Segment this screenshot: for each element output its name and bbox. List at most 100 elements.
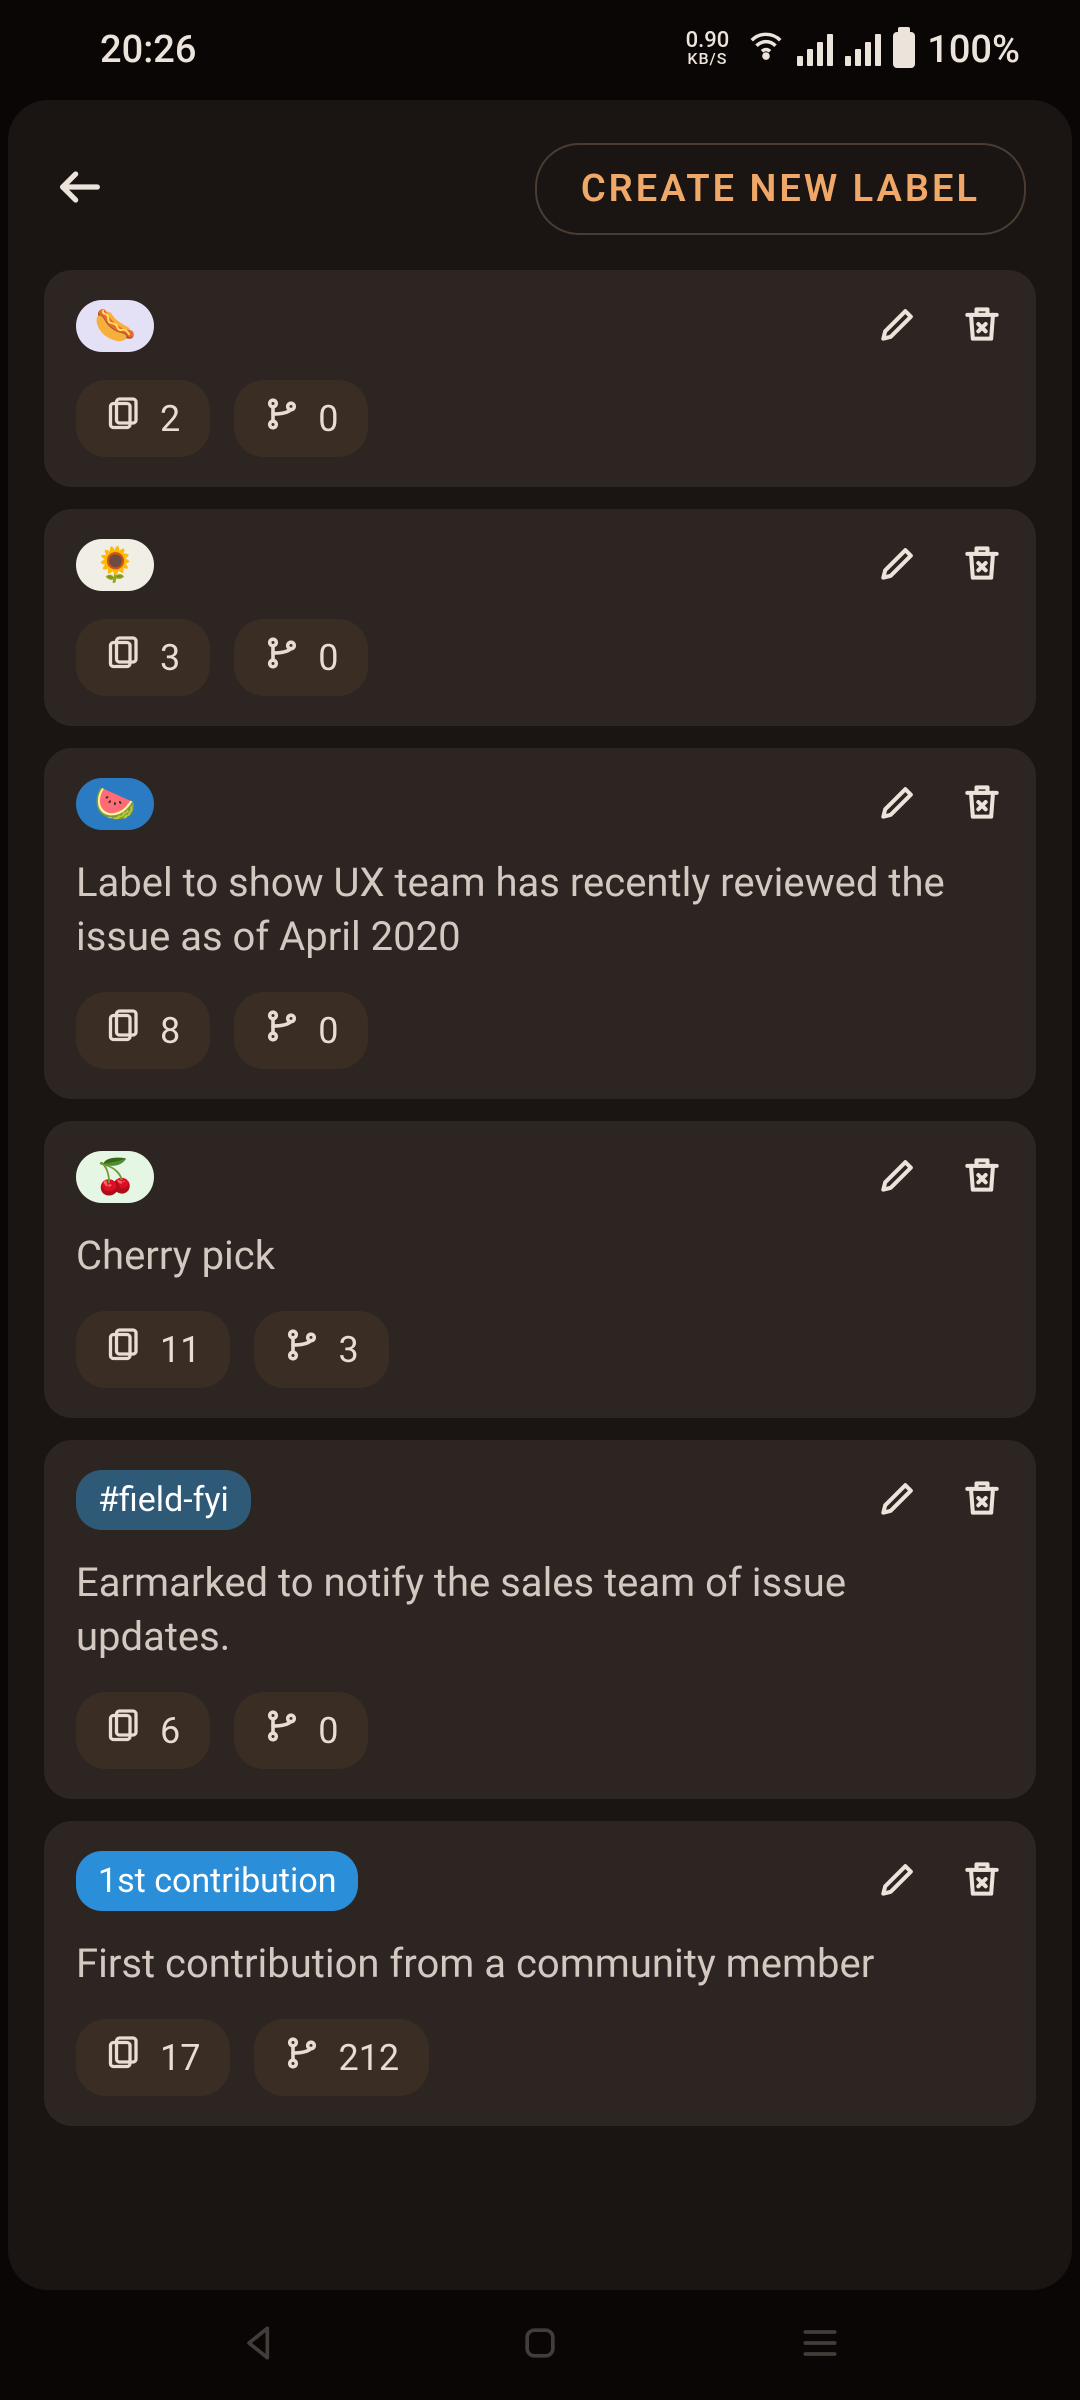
issues-icon: [106, 396, 142, 441]
label-card[interactable]: 🍒 Cherry pick 11 3: [44, 1121, 1036, 1418]
issues-count-pill[interactable]: 11: [76, 1311, 230, 1388]
card-top-row: 🌻: [76, 539, 1004, 591]
merge-count-pill[interactable]: 0: [234, 619, 368, 696]
status-bar: 20:26 0.90 KB/S 100%: [0, 0, 1080, 100]
merge-count-pill[interactable]: 3: [254, 1311, 388, 1388]
label-counts: 17 212: [76, 2019, 1004, 2096]
battery-percent: 100%: [927, 28, 1020, 72]
battery-icon: [893, 32, 915, 68]
main-panel: CREATE NEW LABEL 🌭 2 0 🌻: [8, 100, 1072, 2290]
merge-count: 0: [318, 1710, 338, 1752]
merge-icon: [284, 1327, 320, 1372]
merge-icon: [264, 396, 300, 441]
issues-icon: [106, 1708, 142, 1753]
label-list: 🌭 2 0 🌻: [8, 270, 1072, 2126]
card-top-row: 🍒: [76, 1151, 1004, 1203]
issues-count-pill[interactable]: 3: [76, 619, 210, 696]
label-card[interactable]: 🍉 Label to show UX team has recently rev…: [44, 748, 1036, 1099]
issues-count: 11: [160, 1329, 200, 1371]
label-counts: 2 0: [76, 380, 1004, 457]
card-actions: [876, 1476, 1004, 1524]
card-top-row: #field-fyi: [76, 1470, 1004, 1530]
label-tag: 🌭: [76, 300, 154, 352]
card-actions: [876, 302, 1004, 350]
wifi-icon: [747, 26, 785, 74]
card-actions: [876, 780, 1004, 828]
label-card[interactable]: 1st contribution First contribution from…: [44, 1821, 1036, 2126]
merge-icon: [264, 1708, 300, 1753]
delete-icon[interactable]: [960, 541, 1004, 589]
card-actions: [876, 1153, 1004, 1201]
network-speed-icon: 0.90 KB/S: [686, 32, 730, 68]
delete-icon[interactable]: [960, 1153, 1004, 1201]
merge-count-pill[interactable]: 212: [254, 2019, 429, 2096]
card-top-row: 🍉: [76, 778, 1004, 830]
label-tag: 🍒: [76, 1151, 154, 1203]
label-card[interactable]: 🌻 3 0: [44, 509, 1036, 726]
issues-icon: [106, 635, 142, 680]
edit-icon[interactable]: [876, 1857, 920, 1905]
issues-count: 8: [160, 1010, 180, 1052]
merge-count: 212: [338, 2037, 399, 2079]
issues-count: 3: [160, 637, 180, 679]
label-tag: 1st contribution: [76, 1851, 358, 1911]
issues-count: 6: [160, 1710, 180, 1752]
label-description: Label to show UX team has recently revie…: [76, 856, 1004, 964]
nav-recent-icon[interactable]: [798, 2321, 842, 2369]
signal-icon: [797, 34, 833, 66]
card-top-row: 🌭: [76, 300, 1004, 352]
label-tag: 🍉: [76, 778, 154, 830]
edit-icon[interactable]: [876, 541, 920, 589]
card-top-row: 1st contribution: [76, 1851, 1004, 1911]
card-actions: [876, 541, 1004, 589]
label-counts: 11 3: [76, 1311, 1004, 1388]
system-nav-bar: [0, 2290, 1080, 2400]
issues-count-pill[interactable]: 17: [76, 2019, 230, 2096]
nav-back-icon[interactable]: [238, 2321, 282, 2369]
label-counts: 3 0: [76, 619, 1004, 696]
card-actions: [876, 1857, 1004, 1905]
delete-icon[interactable]: [960, 302, 1004, 350]
merge-count-pill[interactable]: 0: [234, 992, 368, 1069]
label-card[interactable]: #field-fyi Earmarked to notify the sales…: [44, 1440, 1036, 1799]
label-card[interactable]: 🌭 2 0: [44, 270, 1036, 487]
delete-icon[interactable]: [960, 780, 1004, 828]
merge-count: 3: [338, 1329, 358, 1371]
issues-count-pill[interactable]: 2: [76, 380, 210, 457]
signal-icon-2: [845, 34, 881, 66]
edit-icon[interactable]: [876, 1153, 920, 1201]
issues-count-pill[interactable]: 8: [76, 992, 210, 1069]
label-description: First contribution from a community memb…: [76, 1937, 1004, 1991]
issues-count: 17: [160, 2037, 200, 2079]
header: CREATE NEW LABEL: [8, 120, 1072, 270]
merge-icon: [264, 1008, 300, 1053]
edit-icon[interactable]: [876, 780, 920, 828]
label-tag: #field-fyi: [76, 1470, 251, 1530]
edit-icon[interactable]: [876, 1476, 920, 1524]
status-time: 20:26: [100, 28, 196, 72]
issues-icon: [106, 2035, 142, 2080]
issues-count-pill[interactable]: 6: [76, 1692, 210, 1769]
status-right: 0.90 KB/S 100%: [686, 26, 1020, 74]
create-new-label-button[interactable]: CREATE NEW LABEL: [535, 143, 1026, 235]
merge-count: 0: [318, 398, 338, 440]
merge-icon: [264, 635, 300, 680]
delete-icon[interactable]: [960, 1476, 1004, 1524]
merge-count: 0: [318, 637, 338, 679]
merge-icon: [284, 2035, 320, 2080]
merge-count: 0: [318, 1010, 338, 1052]
nav-home-icon[interactable]: [518, 2321, 562, 2369]
delete-icon[interactable]: [960, 1857, 1004, 1905]
issues-icon: [106, 1008, 142, 1053]
label-counts: 6 0: [76, 1692, 1004, 1769]
merge-count-pill[interactable]: 0: [234, 380, 368, 457]
merge-count-pill[interactable]: 0: [234, 1692, 368, 1769]
issues-count: 2: [160, 398, 180, 440]
issues-icon: [106, 1327, 142, 1372]
label-description: Earmarked to notify the sales team of is…: [76, 1556, 1004, 1664]
edit-icon[interactable]: [876, 302, 920, 350]
label-description: Cherry pick: [76, 1229, 1004, 1283]
label-counts: 8 0: [76, 992, 1004, 1069]
label-tag: 🌻: [76, 539, 154, 591]
back-icon[interactable]: [54, 161, 106, 217]
